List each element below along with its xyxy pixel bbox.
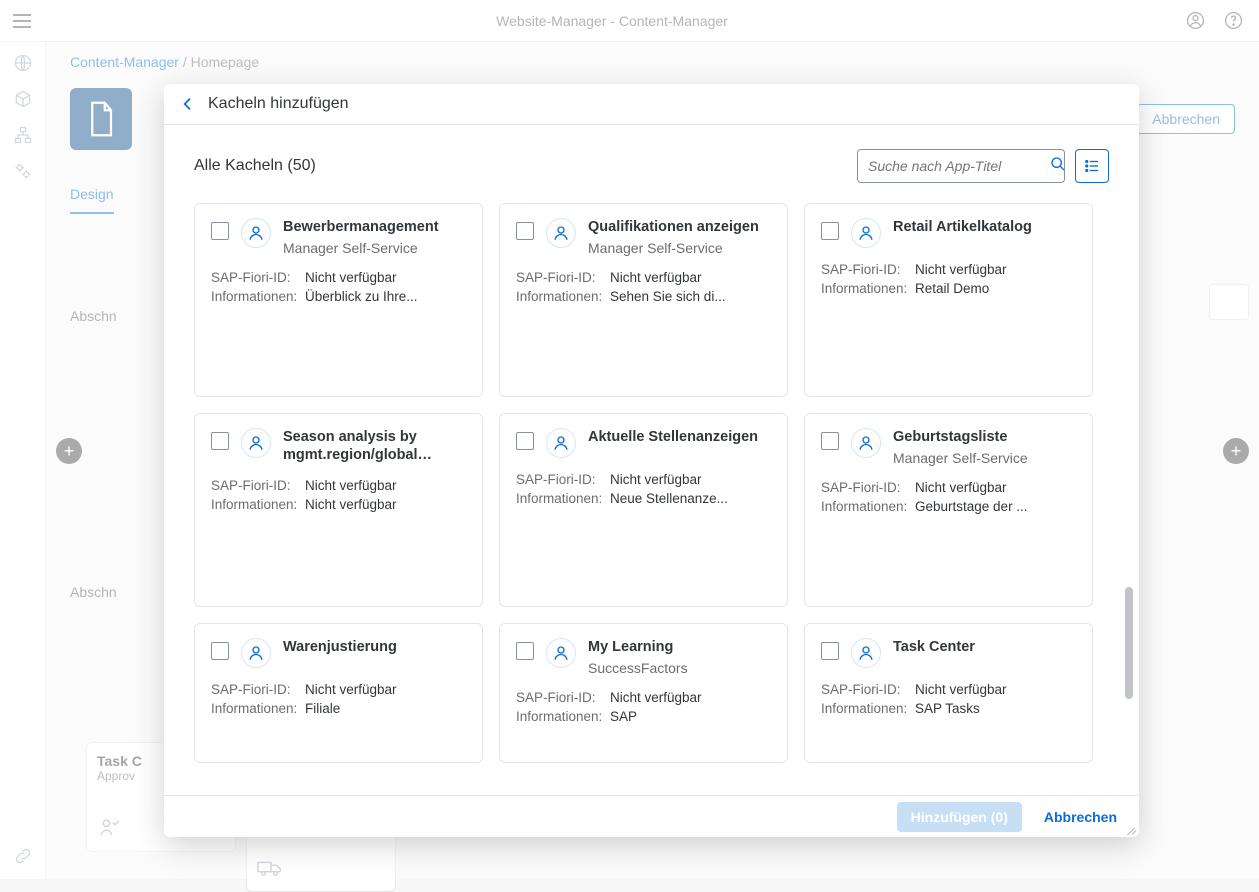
search-field[interactable] — [857, 149, 1065, 183]
tile-title: My Learning — [588, 638, 771, 656]
tile-title: Warenjustierung — [283, 638, 466, 656]
tile-title: Bewerbermanagement — [283, 218, 466, 236]
dialog-footer: Hinzufügen (0) Abbrechen — [164, 795, 1139, 837]
tile-title: Geburtstagsliste — [893, 428, 1076, 446]
meta-val-info: Nicht verfügbar — [305, 497, 466, 512]
tile-checkbox[interactable] — [516, 222, 534, 240]
person-icon — [851, 218, 881, 248]
meta-key-info: Informationen: — [821, 281, 907, 296]
tile-list: Bewerbermanagement Manager Self-Service SA… — [164, 187, 1139, 795]
tile-subtitle: SuccessFactors — [588, 660, 771, 676]
tile-title: Retail Artikelkatalog — [893, 218, 1076, 236]
dialog-title: Kacheln hinzufügen — [208, 95, 349, 113]
tile-checkbox[interactable] — [821, 432, 839, 450]
tile-checkbox[interactable] — [821, 222, 839, 240]
tile-card[interactable]: Aktuelle Stellenanzeigen SAP-Fiori-ID: Nic… — [499, 413, 788, 607]
meta-key-info: Informationen: — [821, 499, 907, 514]
person-icon — [546, 428, 576, 458]
sort-button[interactable] — [1075, 149, 1109, 183]
meta-val-fiori: Nicht verfügbar — [305, 682, 466, 697]
meta-val-fiori: Nicht verfügbar — [915, 682, 1076, 697]
meta-key-fiori: SAP-Fiori-ID: — [821, 262, 907, 277]
tile-checkbox[interactable] — [211, 642, 229, 660]
tile-card[interactable]: Season analysis by mgmt.region/global br… — [194, 413, 483, 607]
meta-val-fiori: Nicht verfügbar — [305, 270, 466, 285]
meta-key-info: Informationen: — [516, 491, 602, 506]
meta-val-info: SAP Tasks — [915, 701, 1076, 716]
tile-card[interactable]: Warenjustierung SAP-Fiori-ID: Nicht verfüg… — [194, 623, 483, 763]
meta-val-fiori: Nicht verfügbar — [915, 262, 1076, 277]
tiles-count-label: Alle Kacheln (50) — [194, 157, 316, 175]
tile-title: Season analysis by mgmt.region/global br… — [283, 428, 466, 464]
scrollbar-thumb[interactable] — [1125, 587, 1133, 699]
tile-checkbox[interactable] — [516, 432, 534, 450]
person-icon — [851, 428, 881, 458]
person-icon — [546, 218, 576, 248]
back-button[interactable] — [180, 96, 196, 112]
meta-val-info: Neue Stellenanze... — [610, 491, 771, 506]
meta-val-info: Geburtstage der ... — [915, 499, 1076, 514]
person-icon — [241, 428, 271, 458]
tile-card[interactable]: Retail Artikelkatalog SAP-Fiori-ID: Nicht … — [804, 203, 1093, 397]
add-tiles-dialog: Kacheln hinzufügen Alle Kacheln (50) Bew… — [164, 84, 1139, 837]
add-button[interactable]: Hinzufügen (0) — [897, 802, 1022, 832]
tile-title: Aktuelle Stellenanzeigen — [588, 428, 771, 446]
tile-checkbox[interactable] — [516, 642, 534, 660]
tile-card[interactable]: Geburtstagsliste Manager Self-Service SAP-… — [804, 413, 1093, 607]
meta-val-info: Überblick zu Ihre... — [305, 289, 466, 304]
meta-val-fiori: Nicht verfügbar — [610, 270, 771, 285]
search-input[interactable] — [868, 158, 1050, 174]
meta-key-info: Informationen: — [211, 289, 297, 304]
meta-val-fiori: Nicht verfügbar — [915, 480, 1076, 495]
meta-key-info: Informationen: — [821, 701, 907, 716]
tile-title: Qualifikationen anzeigen — [588, 218, 771, 236]
tile-checkbox[interactable] — [211, 432, 229, 450]
meta-val-fiori: Nicht verfügbar — [610, 472, 771, 487]
meta-val-fiori: Nicht verfügbar — [610, 690, 771, 705]
search-icon[interactable] — [1050, 156, 1066, 177]
tile-card[interactable]: My Learning SuccessFactors SAP-Fiori-ID: Ni… — [499, 623, 788, 763]
meta-key-fiori: SAP-Fiori-ID: — [516, 472, 602, 487]
meta-key-fiori: SAP-Fiori-ID: — [821, 480, 907, 495]
person-icon — [546, 638, 576, 668]
meta-key-fiori: SAP-Fiori-ID: — [516, 270, 602, 285]
tile-subtitle: Manager Self-Service — [588, 240, 771, 256]
meta-key-fiori: SAP-Fiori-ID: — [821, 682, 907, 697]
meta-val-info: Filiale — [305, 701, 466, 716]
meta-key-info: Informationen: — [516, 289, 602, 304]
meta-key-fiori: SAP-Fiori-ID: — [211, 270, 297, 285]
person-icon — [241, 218, 271, 248]
resize-handle[interactable] — [1123, 821, 1137, 835]
meta-val-fiori: Nicht verfügbar — [305, 478, 466, 493]
tile-card[interactable]: Bewerbermanagement Manager Self-Service SA… — [194, 203, 483, 397]
tile-title: Task Center — [893, 638, 1076, 656]
tile-card[interactable]: Task Center SAP-Fiori-ID: Nicht verfügbar I… — [804, 623, 1093, 763]
tile-card[interactable]: Qualifikationen anzeigen Manager Self-Ser… — [499, 203, 788, 397]
meta-val-info: Sehen Sie sich di... — [610, 289, 771, 304]
meta-key-fiori: SAP-Fiori-ID: — [211, 682, 297, 697]
person-icon — [851, 638, 881, 668]
dialog-cancel-button[interactable]: Abbrechen — [1044, 809, 1117, 825]
tile-checkbox[interactable] — [821, 642, 839, 660]
tile-subtitle: Manager Self-Service — [283, 240, 466, 256]
meta-val-info: SAP — [610, 709, 771, 724]
dialog-header: Kacheln hinzufügen — [164, 84, 1139, 125]
meta-key-info: Informationen: — [211, 497, 297, 512]
person-icon — [241, 638, 271, 668]
meta-key-info: Informationen: — [211, 701, 297, 716]
meta-val-info: Retail Demo — [915, 281, 1076, 296]
meta-key-fiori: SAP-Fiori-ID: — [211, 478, 297, 493]
tile-subtitle: Manager Self-Service — [893, 450, 1076, 466]
tile-checkbox[interactable] — [211, 222, 229, 240]
meta-key-info: Informationen: — [516, 709, 602, 724]
meta-key-fiori: SAP-Fiori-ID: — [516, 690, 602, 705]
dialog-toolbar: Alle Kacheln (50) — [164, 125, 1139, 187]
